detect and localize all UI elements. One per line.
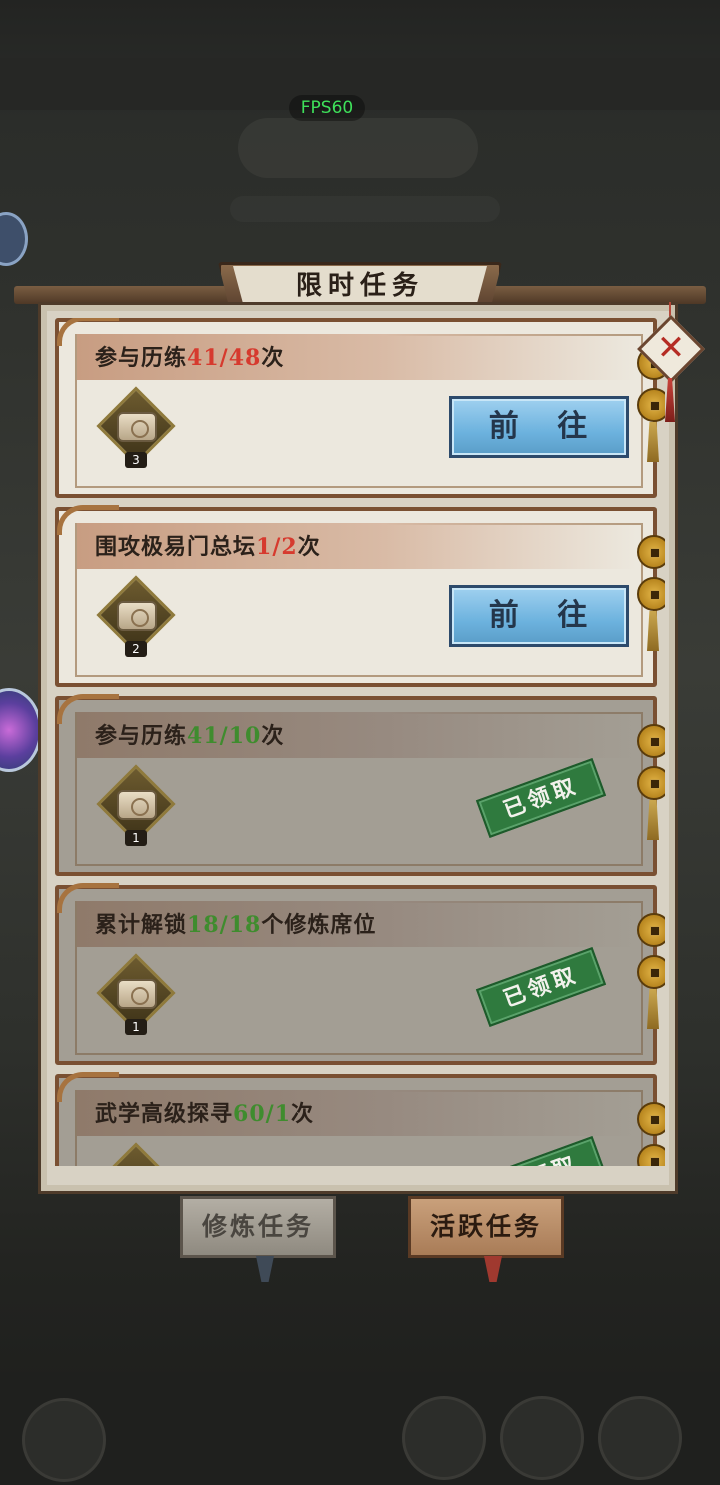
coin-icon (637, 1144, 665, 1166)
task-progress-current: 60 (233, 1101, 266, 1127)
task-name: 累计解锁 (95, 912, 188, 938)
task-card: 围攻极易门总坛1/2次 2 前 往 (55, 505, 665, 687)
task-name: 围攻极易门总坛 (95, 534, 257, 560)
coin-icon (637, 577, 665, 611)
background-banner (238, 118, 478, 178)
reward-item[interactable]: 3 (96, 386, 176, 468)
coin-string (637, 724, 665, 840)
go-button[interactable]: 前 往 (449, 396, 629, 458)
fps-counter: FPS60 (289, 95, 365, 121)
reward-count: 1 (125, 830, 147, 846)
task-card: 累计解锁18/18个修炼席位 1 已领取 (55, 883, 665, 1065)
tassel-ornament (647, 611, 659, 651)
task-unit: 个修炼席位 (261, 912, 377, 938)
task-card: 武学高级探寻60/1次 已领取 (55, 1072, 665, 1166)
reward-item[interactable] (96, 1142, 176, 1166)
coin-icon (637, 1102, 665, 1136)
tab-active-tasks[interactable]: 活跃任务 (408, 1196, 564, 1258)
task-progress-total: 10 (228, 723, 262, 749)
tassel-ornament (647, 800, 659, 840)
task-name: 参与历练 (95, 345, 188, 371)
coin-string (637, 535, 665, 651)
task-unit: 次 (291, 1101, 315, 1127)
tab-cultivation-tasks[interactable]: 修炼任务 (180, 1196, 336, 1258)
reward-count: 1 (125, 1019, 147, 1035)
go-button[interactable]: 前 往 (449, 585, 629, 647)
coin-icon (637, 724, 665, 758)
task-unit: 次 (261, 723, 285, 749)
task-progress-current: 18 (187, 912, 220, 938)
reward-item[interactable]: 1 (96, 953, 176, 1035)
background-glow (230, 196, 500, 222)
task-title: 累计解锁18/18个修炼席位 (95, 907, 376, 939)
task-unit: 次 (297, 534, 321, 560)
task-progress-total: 1 (274, 1101, 291, 1127)
task-name: 参与历练 (95, 723, 188, 749)
task-progress-current: 41 (187, 723, 220, 749)
background-button-3 (598, 1396, 682, 1480)
background-avatar (22, 1398, 106, 1482)
x-mark-icon: ✕ (656, 328, 686, 368)
dialog-title: 限时任务 (233, 266, 487, 304)
progress-slash: / (219, 723, 229, 749)
coin-icon (637, 535, 665, 569)
coin-icon (637, 766, 665, 800)
task-progress-current: 41 (187, 345, 220, 371)
task-title: 围攻极易门总坛1/2次 (95, 529, 321, 561)
scroll-icon (117, 979, 157, 1009)
background-button-2 (500, 1396, 584, 1480)
reward-item[interactable]: 2 (96, 575, 176, 657)
task-progress-current: 1 (256, 534, 273, 560)
scroll-icon (117, 601, 157, 631)
task-name: 武学高级探寻 (95, 1101, 234, 1127)
task-card: 参与历练41/10次 1 已领取 (55, 694, 665, 876)
task-progress-total: 2 (281, 534, 298, 560)
coin-string (637, 1102, 665, 1166)
task-progress-total: 48 (228, 345, 262, 371)
task-list[interactable]: 参与历练41/48次 3 前 往 围攻极易门总坛1/2次 2 前 往 参与历练4… (55, 318, 665, 1166)
task-title: 武学高级探寻60/1次 (95, 1096, 314, 1128)
coin-icon (637, 955, 665, 989)
progress-slash: / (265, 1101, 275, 1127)
coin-icon (637, 913, 665, 947)
task-title: 参与历练41/48次 (95, 340, 284, 372)
task-unit: 次 (261, 345, 285, 371)
task-title: 参与历练41/10次 (95, 718, 284, 750)
tassel-ornament (647, 989, 659, 1029)
reward-count: 3 (125, 452, 147, 468)
tassel-ornament (647, 422, 659, 462)
task-progress-total: 18 (228, 912, 262, 938)
background-button-1 (402, 1396, 486, 1480)
close-button[interactable]: ✕ (637, 315, 705, 383)
reward-count: 2 (125, 641, 147, 657)
scroll-icon (117, 412, 157, 442)
scroll-icon (117, 790, 157, 820)
task-card: 参与历练41/48次 3 前 往 (55, 318, 665, 498)
reward-item[interactable]: 1 (96, 764, 176, 846)
progress-slash: / (219, 912, 229, 938)
progress-slash: / (219, 345, 229, 371)
coin-icon (637, 388, 665, 422)
coin-string (637, 913, 665, 1029)
